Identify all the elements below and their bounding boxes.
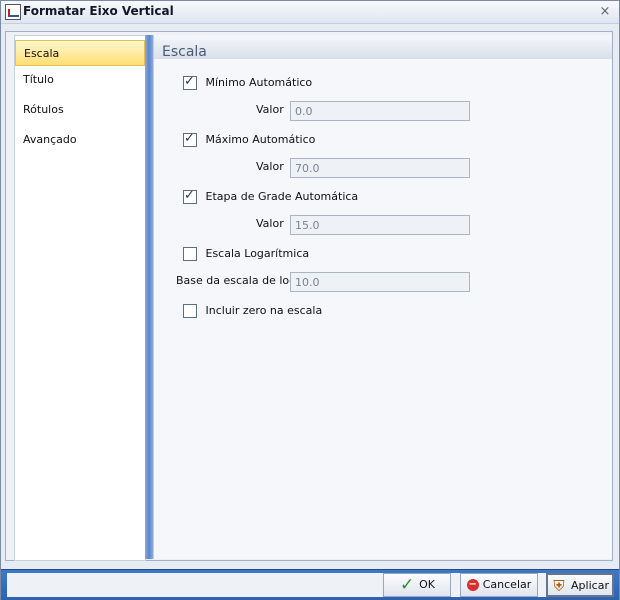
sidebar: Escala Título Rótulos Avançado <box>14 35 146 561</box>
apply-button[interactable]: ⛨ Aplicar <box>546 573 614 597</box>
cancel-label: Cancelar <box>482 578 532 591</box>
min-auto-label: Mínimo Automático <box>205 76 313 89</box>
log-scale-row[interactable]: Escala Logarítmica <box>183 246 309 262</box>
grid-auto-checkbox[interactable] <box>183 188 197 204</box>
log-scale-checkbox[interactable] <box>183 247 197 261</box>
sidebar-splitter[interactable] <box>145 35 153 559</box>
stamp-icon: ⛨ <box>553 577 565 595</box>
check-icon: ✓ <box>399 575 415 595</box>
scale-panel: Escala Mínimo Automático Valor 0.0 Máxim… <box>153 35 612 559</box>
min-value-label: Valor <box>256 103 284 116</box>
no-entry-icon: − <box>466 579 479 591</box>
min-auto-checkbox[interactable] <box>183 74 197 90</box>
ok-button[interactable]: ✓ OK <box>383 573 451 597</box>
include-zero-label: Incluir zero na escala <box>205 304 323 317</box>
cancel-button[interactable]: − Cancelar <box>460 573 538 597</box>
dialog-footer: ✓ OK − Cancelar ⛨ Aplicar <box>1 569 619 600</box>
grid-value-field[interactable]: 15.0 <box>290 215 470 235</box>
log-base-label: Base da escala de log <box>176 274 297 287</box>
sidebar-item-avancado[interactable]: Avançado <box>15 127 145 153</box>
grid-auto-label: Etapa de Grade Automática <box>205 190 359 203</box>
max-value-label: Valor <box>256 160 284 173</box>
sidebar-item-escala[interactable]: Escala <box>15 40 145 66</box>
close-icon[interactable]: × <box>597 4 613 20</box>
min-value-field[interactable]: 0.0 <box>290 101 470 121</box>
max-auto-label: Máximo Automático <box>205 133 316 146</box>
sidebar-item-rotulos[interactable]: Rótulos <box>15 97 145 123</box>
section-title: Escala <box>154 35 612 60</box>
min-auto-row[interactable]: Mínimo Automático <box>183 74 313 91</box>
window-title: Formatar Eixo Vertical <box>23 4 174 18</box>
dialog-window: Formatar Eixo Vertical × Escala Título R… <box>0 0 620 600</box>
log-base-field[interactable]: 10.0 <box>290 272 470 292</box>
include-zero-row[interactable]: Incluir zero na escala <box>183 303 322 319</box>
include-zero-checkbox[interactable] <box>183 304 197 318</box>
max-auto-row[interactable]: Máximo Automático <box>183 131 316 148</box>
apply-label: Aplicar <box>571 579 609 592</box>
grid-value-label: Valor <box>256 217 284 230</box>
grid-auto-row[interactable]: Etapa de Grade Automática <box>183 188 359 205</box>
dialog-content: Escala Título Rótulos Avançado Escala Mí… <box>5 31 613 561</box>
max-auto-checkbox[interactable] <box>183 131 197 147</box>
chart-icon <box>5 4 21 20</box>
title-bar: Formatar Eixo Vertical × <box>1 1 619 24</box>
max-value-field[interactable]: 70.0 <box>290 158 470 178</box>
ok-label: OK <box>419 578 435 591</box>
sidebar-item-titulo[interactable]: Título <box>15 67 145 93</box>
log-scale-label: Escala Logarítmica <box>205 247 310 260</box>
